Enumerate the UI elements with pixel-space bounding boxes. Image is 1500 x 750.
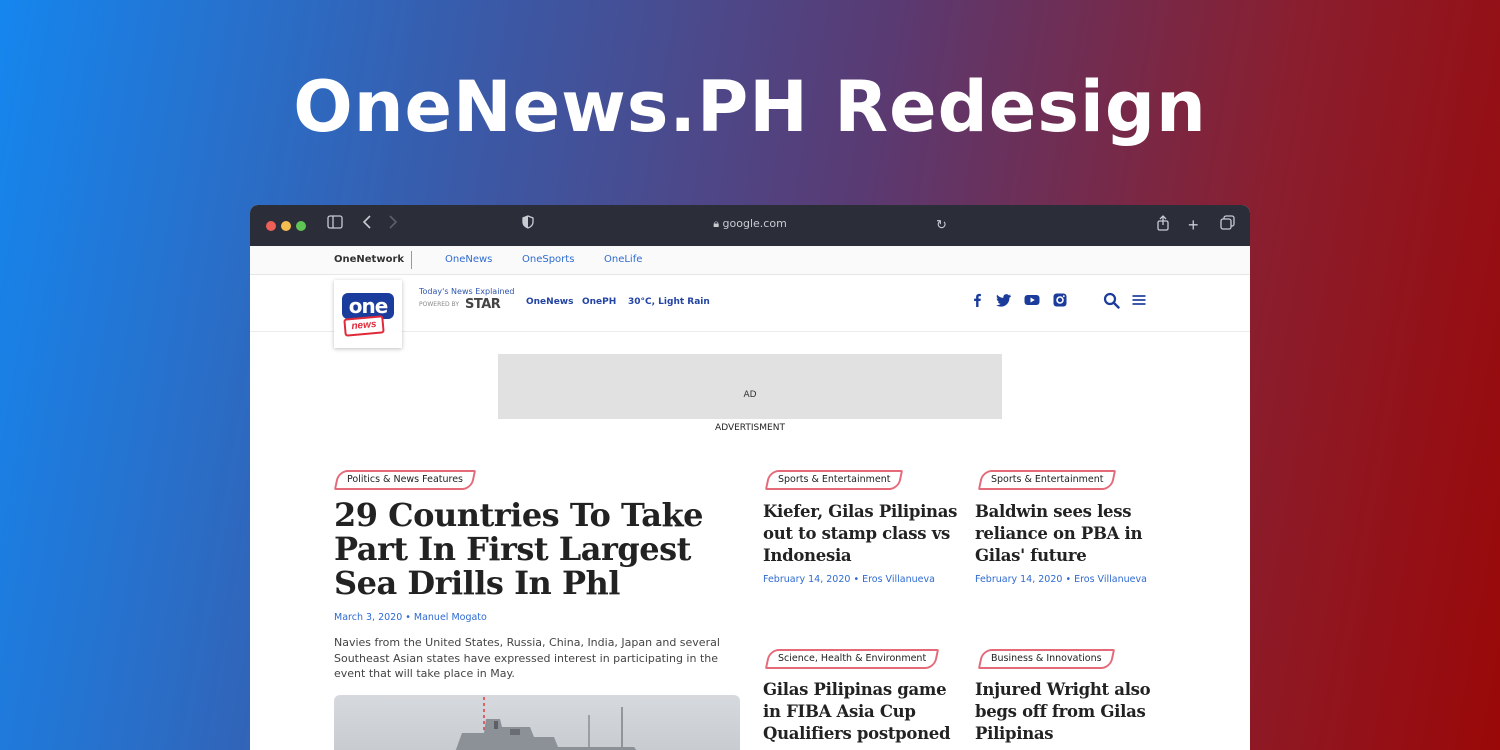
nav-oneph[interactable]: OnePH	[582, 297, 616, 307]
category-tag[interactable]: Sports & Entertainment	[764, 470, 904, 490]
search-icon[interactable]	[1103, 292, 1120, 309]
youtube-icon[interactable]	[1024, 292, 1040, 308]
main-article-image[interactable]	[334, 695, 740, 750]
address-bar[interactable]: 🔒︎ google.com	[250, 217, 1250, 231]
ad-label: ADVERTISMENT	[715, 423, 785, 433]
category-tag-label: Business & Innovations	[991, 653, 1102, 664]
url-text: google.com	[722, 217, 787, 230]
logo-news-text: news	[343, 315, 385, 337]
main-article-meta[interactable]: March 3, 2020 • Manuel Mogato	[334, 612, 487, 623]
network-divider	[411, 251, 412, 269]
powered-by: POWERED BY	[419, 301, 460, 308]
main-article-title[interactable]: 29 Countries To Take Part In First Large…	[334, 498, 734, 600]
category-tag[interactable]: Sports & Entertainment	[977, 470, 1117, 490]
side-article-meta[interactable]: February 14, 2020 • Eros Villanueva	[763, 574, 935, 585]
weather-readout: 30°C, Light Rain	[628, 297, 710, 307]
site-logo[interactable]: one news	[334, 280, 402, 348]
network-link-onelife[interactable]: OneLife	[604, 254, 642, 265]
category-tag-label: Sports & Entertainment	[778, 474, 891, 485]
category-tag[interactable]: Business & Innovations	[977, 649, 1115, 669]
network-brand[interactable]: OneNetwork	[334, 254, 404, 265]
lock-icon: 🔒︎	[713, 217, 720, 230]
share-icon[interactable]	[1156, 215, 1170, 237]
network-bar: OneNetwork OneNews OneSports OneLife	[250, 246, 1250, 275]
category-tag[interactable]: Science, Health & Environment	[764, 649, 940, 669]
ad-banner[interactable]: AD	[498, 354, 1002, 419]
network-link-onenews[interactable]: OneNews	[445, 254, 492, 265]
browser-window: 🔒︎ google.com ↻ + OneNetwork OneNews One…	[250, 205, 1250, 750]
category-tag-label: Sports & Entertainment	[991, 474, 1104, 485]
twitter-icon[interactable]	[996, 292, 1012, 308]
logo-one-text: one	[342, 293, 394, 319]
category-tag-label: Politics & News Features	[347, 474, 464, 485]
hero-title: OneNews.PH Redesign	[293, 66, 1207, 148]
menu-icon[interactable]	[1131, 292, 1147, 308]
side-article-title[interactable]: Gilas Pilipinas game in FIBA Asia Cup Qu…	[763, 679, 958, 745]
side-article-title[interactable]: Baldwin sees less reliance on PBA in Gil…	[975, 501, 1170, 567]
nav-onenews[interactable]: OneNews	[526, 297, 573, 307]
site-header: one news Today's News Explained POWERED …	[250, 275, 1250, 348]
tabs-overview-icon[interactable]	[1220, 215, 1235, 236]
reload-icon[interactable]: ↻	[936, 215, 947, 235]
side-article-meta[interactable]: February 14, 2020 • Eros Villanueva	[975, 574, 1147, 585]
browser-toolbar: 🔒︎ google.com ↻ +	[250, 205, 1250, 246]
facebook-icon[interactable]	[969, 292, 985, 308]
star-logo: STAR	[465, 297, 501, 312]
category-tag[interactable]: Politics & News Features	[333, 470, 477, 490]
new-tab-icon[interactable]: +	[1188, 215, 1199, 235]
network-link-onesports[interactable]: OneSports	[522, 254, 574, 265]
side-article-title[interactable]: Kiefer, Gilas Pilipinas out to stamp cla…	[763, 501, 958, 567]
page-content: AD ADVERTISMENT Politics & News Features…	[250, 332, 1250, 750]
instagram-icon[interactable]	[1052, 292, 1068, 308]
side-article-title[interactable]: Injured Wright also begs off from Gilas …	[975, 679, 1170, 745]
main-article-excerpt: Navies from the United States, Russia, C…	[334, 636, 720, 680]
site-tagline: Today's News Explained	[419, 287, 515, 296]
category-tag-label: Science, Health & Environment	[778, 653, 927, 664]
